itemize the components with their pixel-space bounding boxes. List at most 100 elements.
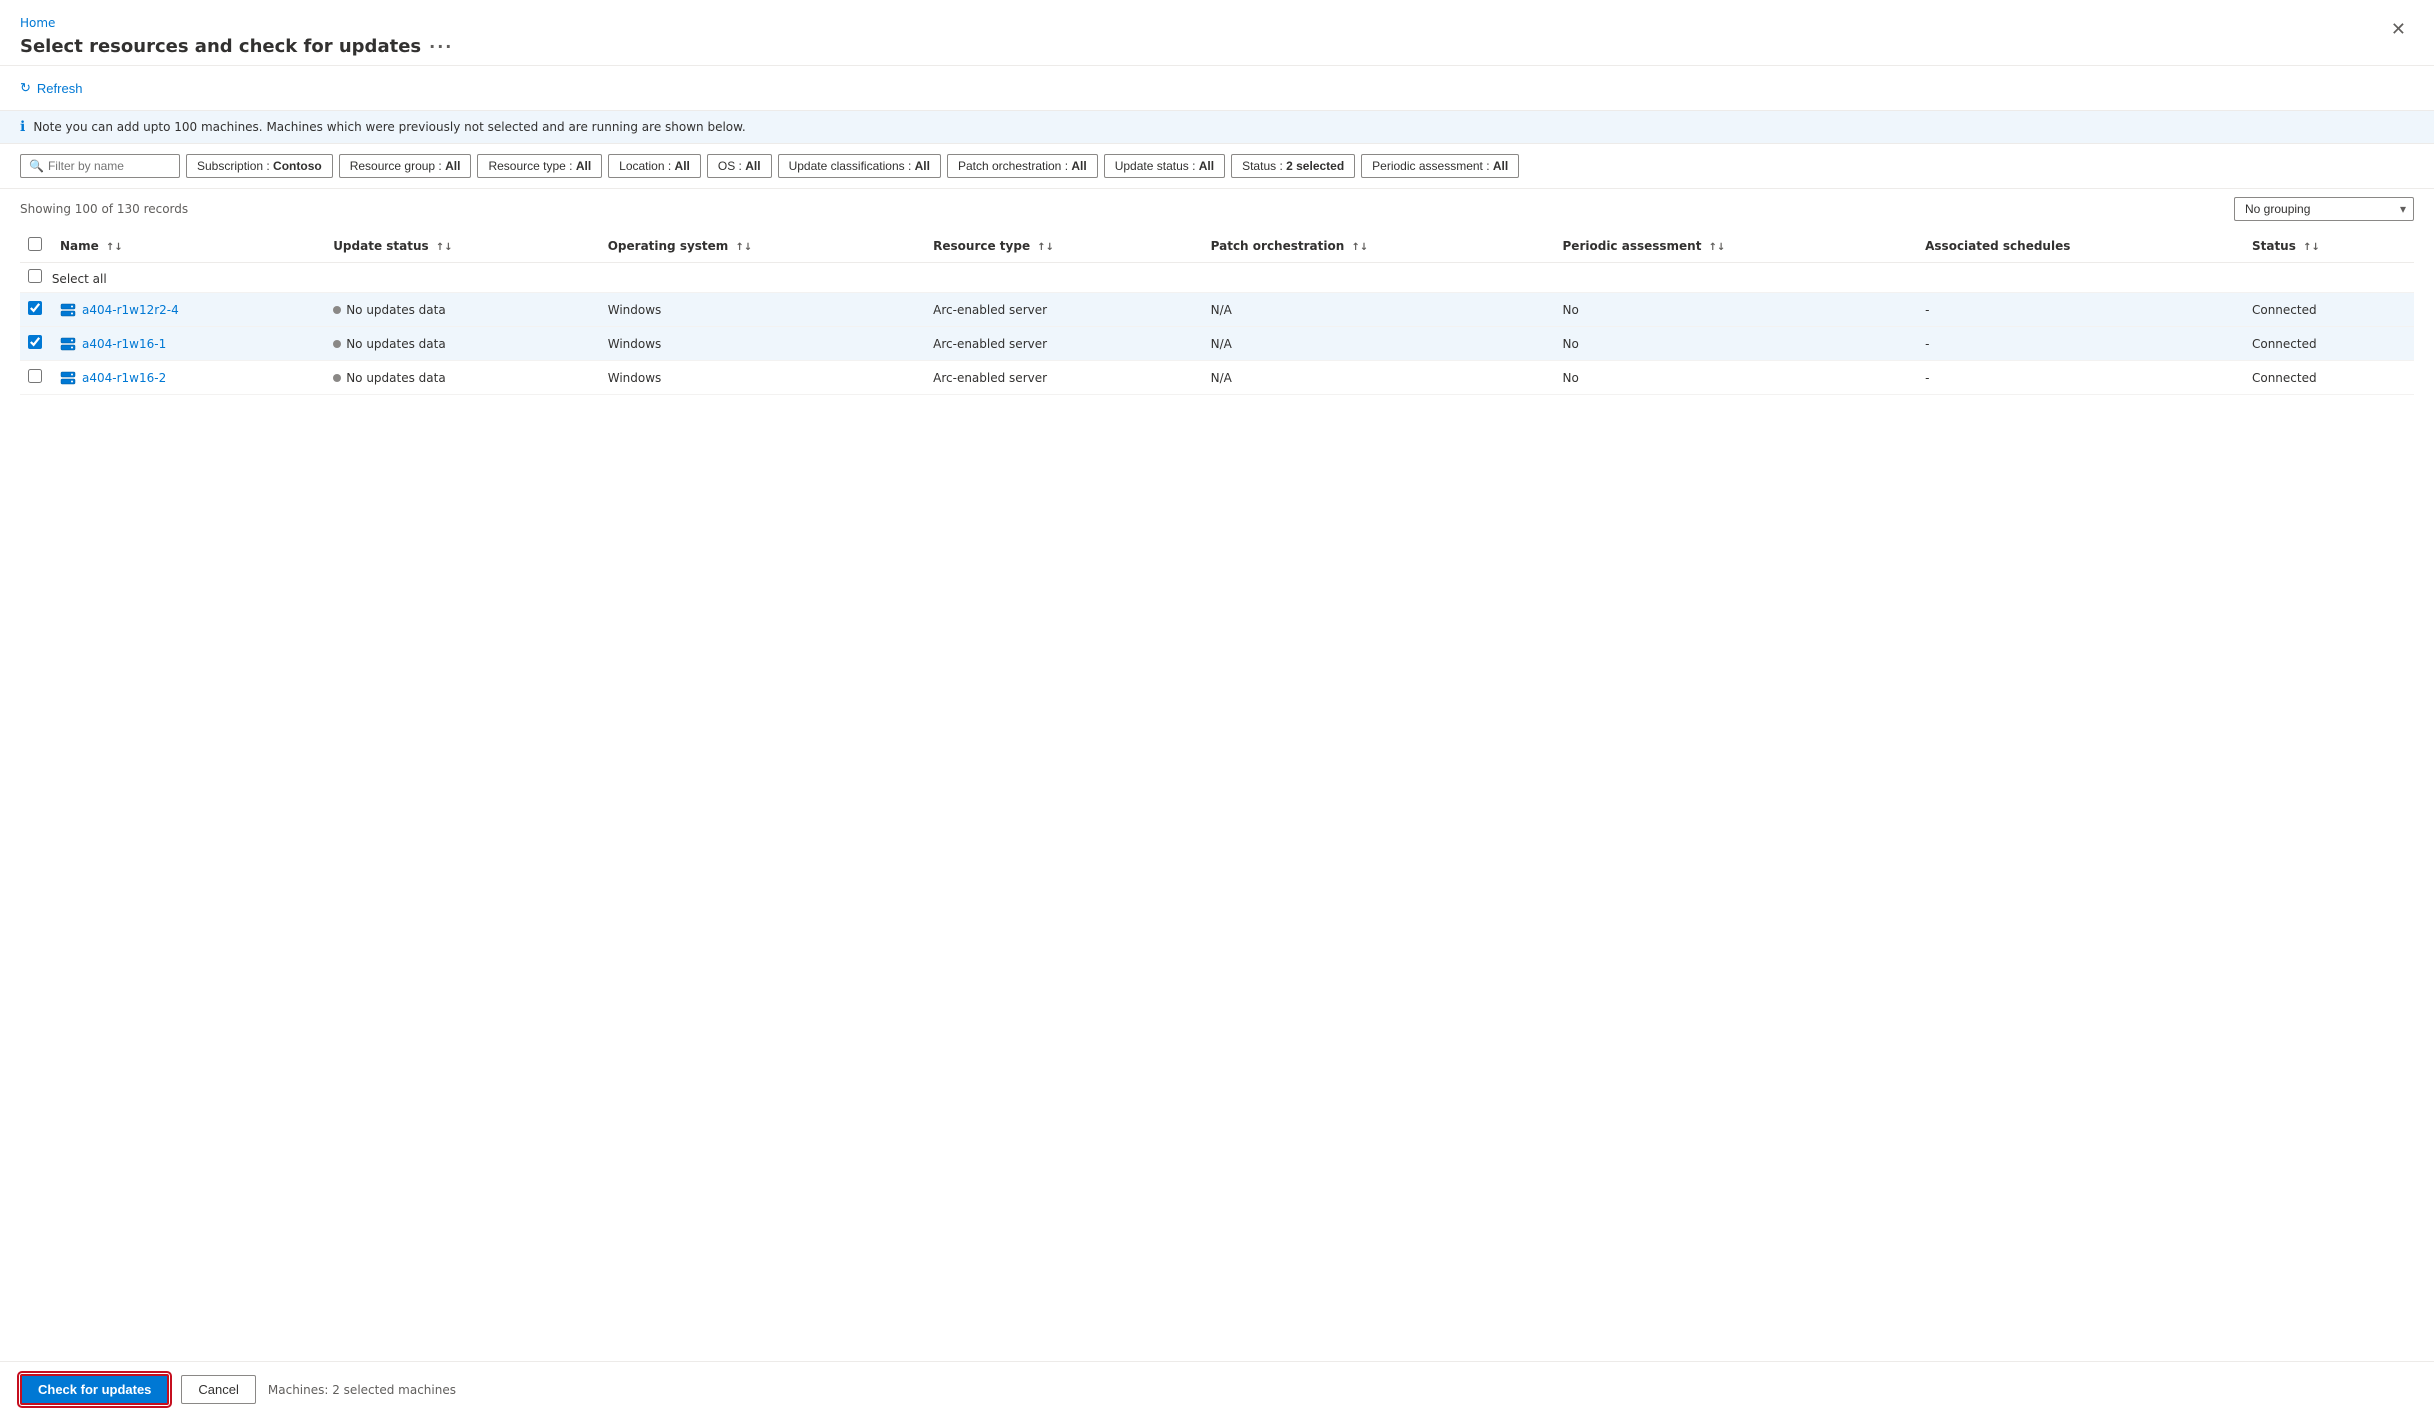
col-header-status[interactable]: Status ↑↓ <box>2244 229 2414 263</box>
server-icon <box>60 336 76 352</box>
filter-pill-all[interactable]: Update classifications : All <box>778 154 941 178</box>
resource-name-link[interactable]: a404-r1w16-1 <box>60 336 317 352</box>
col-header-resource-type[interactable]: Resource type ↑↓ <box>925 229 1203 263</box>
server-icon <box>60 370 76 386</box>
sort-icon-patch-orchestration: ↑↓ <box>1351 242 1368 253</box>
col-label-name: Name <box>60 239 99 253</box>
filter-pill-all[interactable]: Update status : All <box>1104 154 1225 178</box>
resource-type-cell: Arc-enabled server <box>925 361 1203 395</box>
col-label-os: Operating system <box>608 239 729 253</box>
resource-type-cell: Arc-enabled server <box>925 327 1203 361</box>
os-cell: Windows <box>600 327 925 361</box>
col-header-name[interactable]: Name ↑↓ <box>52 229 325 263</box>
search-input[interactable] <box>48 159 168 173</box>
col-header-update-status[interactable]: Update status ↑↓ <box>325 229 600 263</box>
check-updates-button[interactable]: Check for updates <box>20 1374 169 1405</box>
row-checkbox[interactable] <box>28 301 42 315</box>
filter-pill-contoso[interactable]: Subscription : Contoso <box>186 154 333 178</box>
grouping-select[interactable]: No groupingResource groupLocationOSStatu… <box>2234 197 2414 221</box>
patch-orchestration-cell: N/A <box>1203 327 1555 361</box>
os-cell: Windows <box>600 361 925 395</box>
select-all-label[interactable]: Select all <box>28 272 107 286</box>
info-message: Note you can add upto 100 machines. Mach… <box>33 120 745 134</box>
col-header-associated-schedules: Associated schedules <box>1917 229 2244 263</box>
col-label-update-status: Update status <box>333 239 428 253</box>
dialog-header: Home Select resources and check for upda… <box>0 0 2434 66</box>
search-icon: 🔍 <box>29 159 44 173</box>
select-all-header[interactable] <box>20 229 52 263</box>
info-icon: ℹ <box>20 119 25 135</box>
filter-pill-all[interactable]: OS : All <box>707 154 772 178</box>
sort-icon-periodic-assessment: ↑↓ <box>1709 242 1726 253</box>
table-row: a404-r1w12r2-4 No updates dataWindowsArc… <box>20 293 2414 327</box>
sort-icon-status: ↑↓ <box>2303 242 2320 253</box>
footer-machines-info: Machines: 2 selected machines <box>268 1383 456 1397</box>
status-cell: Connected <box>2244 361 2414 395</box>
filters-bar: 🔍 Subscription : ContosoResource group :… <box>0 144 2434 189</box>
update-status-dot <box>333 374 341 382</box>
col-label-patch-orchestration: Patch orchestration <box>1211 239 1345 253</box>
select-all-checkbox[interactable] <box>28 237 42 251</box>
header-row: Name ↑↓ Update status ↑↓ Operating syste… <box>20 229 2414 263</box>
status-cell: Connected <box>2244 327 2414 361</box>
records-count: Showing 100 of 130 records <box>20 202 188 216</box>
table-row: a404-r1w16-1 No updates data WindowsArc-e… <box>20 327 2414 361</box>
update-status-cell: No updates data <box>325 293 600 327</box>
select-all-checkbox-2[interactable] <box>28 269 42 283</box>
grouping-wrapper: No groupingResource groupLocationOSStatu… <box>2234 197 2414 221</box>
col-header-periodic-assessment[interactable]: Periodic assessment ↑↓ <box>1555 229 1918 263</box>
update-status-dot <box>333 306 341 314</box>
table-body: a404-r1w12r2-4 No updates dataWindowsArc… <box>20 293 2414 395</box>
dialog-ellipsis[interactable]: ··· <box>429 37 453 56</box>
update-status-dot <box>333 340 341 348</box>
dialog-title-text: Select resources and check for updates <box>20 36 421 57</box>
row-checkbox[interactable] <box>28 369 42 383</box>
associated-schedules-cell: - <box>1917 327 2244 361</box>
os-cell: Windows <box>600 293 925 327</box>
patch-orchestration-cell: N/A <box>1203 293 1555 327</box>
table-container: Name ↑↓ Update status ↑↓ Operating syste… <box>0 229 2434 1361</box>
dialog-title: Select resources and check for updates ·… <box>20 36 453 57</box>
cancel-button[interactable]: Cancel <box>181 1375 255 1404</box>
resource-name-link[interactable]: a404-r1w12r2-4 <box>60 302 317 318</box>
col-header-os[interactable]: Operating system ↑↓ <box>600 229 925 263</box>
patch-orchestration-cell: N/A <box>1203 361 1555 395</box>
filter-pills: Subscription : ContosoResource group : A… <box>186 154 1519 178</box>
sort-icon-update-status: ↑↓ <box>436 242 453 253</box>
header-left: Home Select resources and check for upda… <box>20 16 453 57</box>
resource-name-link[interactable]: a404-r1w16-2 <box>60 370 317 386</box>
update-status-text: No updates data <box>346 337 446 351</box>
filter-pill-all[interactable]: Resource type : All <box>477 154 602 178</box>
records-bar: Showing 100 of 130 records No groupingRe… <box>0 189 2434 229</box>
row-checkbox[interactable] <box>28 335 42 349</box>
refresh-icon: ↻ <box>20 80 31 96</box>
refresh-button[interactable]: ↻ Refresh <box>20 76 82 100</box>
close-button[interactable]: ✕ <box>2383 16 2414 42</box>
col-label-periodic-assessment: Periodic assessment <box>1563 239 1702 253</box>
filter-pill-all[interactable]: Patch orchestration : All <box>947 154 1098 178</box>
sort-icon-os: ↑↓ <box>736 242 753 253</box>
breadcrumb[interactable]: Home <box>20 16 453 30</box>
table-row: a404-r1w16-2 No updates data WindowsArc-e… <box>20 361 2414 395</box>
update-status-cell: No updates data <box>325 327 600 361</box>
filter-pill-all[interactable]: Resource group : All <box>339 154 472 178</box>
table-header: Name ↑↓ Update status ↑↓ Operating syste… <box>20 229 2414 293</box>
filter-pill-all[interactable]: Location : All <box>608 154 701 178</box>
dialog-container: Home Select resources and check for upda… <box>0 0 2434 1417</box>
toolbar: ↻ Refresh <box>0 66 2434 111</box>
refresh-label: Refresh <box>37 81 83 96</box>
update-status-text: No updates data <box>346 371 446 385</box>
resource-type-cell: Arc-enabled server <box>925 293 1203 327</box>
periodic-assessment-cell: No <box>1555 327 1918 361</box>
filter-pill-2-selected[interactable]: Status : 2 selected <box>1231 154 1355 178</box>
col-label-status: Status <box>2252 239 2296 253</box>
info-bar: ℹ Note you can add upto 100 machines. Ma… <box>0 111 2434 144</box>
associated-schedules-cell: - <box>1917 293 2244 327</box>
filter-pill-all[interactable]: Periodic assessment : All <box>1361 154 1519 178</box>
col-header-patch-orchestration[interactable]: Patch orchestration ↑↓ <box>1203 229 1555 263</box>
search-box[interactable]: 🔍 <box>20 154 180 178</box>
status-cell: Connected <box>2244 293 2414 327</box>
update-status-cell: No updates data <box>325 361 600 395</box>
periodic-assessment-cell: No <box>1555 293 1918 327</box>
periodic-assessment-cell: No <box>1555 361 1918 395</box>
